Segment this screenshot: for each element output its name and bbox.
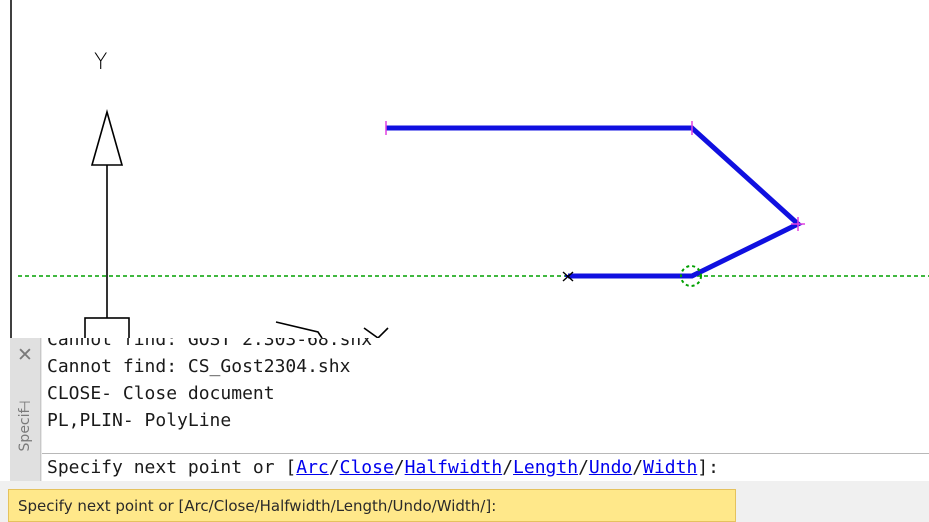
tooltip-text: Specify next point or [Arc/Close/Halfwid… <box>18 497 497 515</box>
option-separator: / <box>502 457 514 478</box>
close-icon[interactable]: ✕ <box>10 344 40 366</box>
command-prompt: Specify next point or [Arc/Close/Halfwid… <box>47 456 730 480</box>
command-panel-side: ✕ ⊣ Specif <box>10 338 41 481</box>
drawing-svg[interactable] <box>0 0 929 338</box>
option-separator: / <box>393 457 405 478</box>
option-separator: / <box>632 457 644 478</box>
ucs-icon <box>84 109 389 338</box>
option-close[interactable]: Close <box>340 457 394 478</box>
polyline[interactable] <box>386 125 803 279</box>
prompt-tooltip: Specify next point or [Arc/Close/Halfwid… <box>8 489 736 522</box>
command-prompt-row[interactable]: Specify next point or [Arc/Close/Halfwid… <box>42 453 929 481</box>
status-bar: Specify next point or [Arc/Close/Halfwid… <box>0 481 929 522</box>
history-line: Cannot find: GOST 2.303-68.shx <box>47 338 373 350</box>
option-undo[interactable]: Undo <box>589 457 632 478</box>
command-history: Cannot find: GOST 2.303-68.shx Cannot fi… <box>42 338 929 453</box>
history-line: CLOSE- Close document <box>47 383 275 404</box>
prompt-suffix: ]: <box>697 457 730 478</box>
option-halfwidth[interactable]: Halfwidth <box>405 457 503 478</box>
prompt-prefix: Specify next point or [ <box>47 457 297 478</box>
history-line: Cannot find: CS_Gost2304.shx <box>47 356 351 377</box>
drawing-canvas[interactable]: Y <box>0 0 929 338</box>
panel-side-title: Specif <box>17 408 33 452</box>
ucs-y-label: Y <box>94 50 108 75</box>
option-separator: / <box>578 457 589 478</box>
option-length[interactable]: Length <box>513 457 578 478</box>
history-line: PL,PLIN- PolyLine <box>47 410 232 431</box>
command-panel: ✕ ⊣ Specif Cannot find: GOST 2.303-68.sh… <box>10 338 929 481</box>
option-width[interactable]: Width <box>643 457 697 478</box>
option-separator: / <box>328 457 340 478</box>
option-arc[interactable]: Arc <box>296 457 329 478</box>
